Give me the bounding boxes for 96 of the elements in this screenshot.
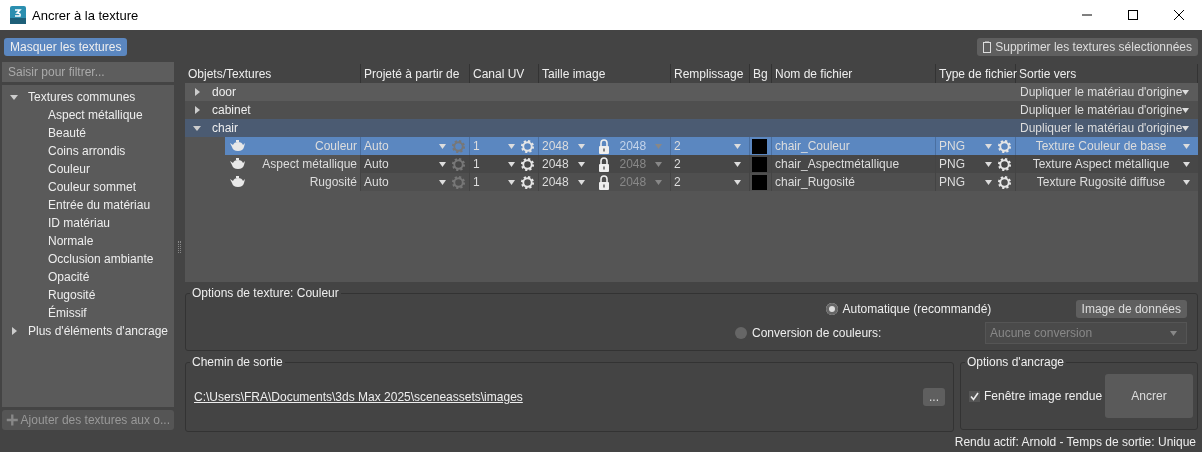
file-type-dropdown[interactable]: PNG bbox=[939, 175, 965, 189]
bake-button[interactable]: Ancrer bbox=[1105, 374, 1193, 418]
radio-button[interactable] bbox=[735, 327, 747, 339]
object-name[interactable]: cabinet bbox=[212, 103, 251, 117]
radio-button[interactable] bbox=[825, 303, 838, 315]
size-dropdown[interactable]: 2048 bbox=[542, 157, 569, 171]
projection-dropdown[interactable]: Auto bbox=[364, 175, 389, 189]
file-name[interactable]: chair_Rugosité bbox=[775, 175, 856, 189]
tree-item[interactable]: Plus d'éléments d'ancrage bbox=[28, 324, 168, 338]
size-dropdown[interactable]: 2048 bbox=[542, 175, 569, 189]
object-name[interactable]: chair bbox=[212, 121, 238, 135]
data-image-button[interactable]: Image de données bbox=[1075, 300, 1187, 318]
splitter-handle[interactable] bbox=[178, 241, 181, 253]
teapot-icon bbox=[229, 176, 245, 188]
tree-item[interactable]: Beauté bbox=[2, 124, 174, 142]
tree-item[interactable]: Couleur sommet bbox=[2, 178, 174, 196]
caret-icon bbox=[1183, 143, 1190, 149]
caret-icon bbox=[1183, 179, 1190, 185]
caret-icon bbox=[655, 161, 662, 167]
caret-icon bbox=[508, 179, 515, 185]
caret-icon bbox=[985, 143, 992, 149]
remove-textures-button[interactable]: Supprimer les textures sélectionnées bbox=[977, 38, 1198, 56]
caret-icon bbox=[1183, 161, 1190, 167]
tree-item[interactable]: Opacité bbox=[2, 268, 174, 286]
caret-icon bbox=[508, 143, 515, 149]
caret-icon bbox=[577, 161, 585, 167]
file-type-dropdown[interactable]: PNG bbox=[939, 157, 965, 171]
group-title: Options de texture: Couleur bbox=[190, 286, 341, 300]
caret-icon bbox=[734, 179, 741, 185]
plus-icon bbox=[6, 412, 19, 428]
color-swatch[interactable] bbox=[752, 138, 767, 154]
filter-field[interactable]: Saisir pour filtrer... bbox=[2, 62, 174, 82]
radio-option[interactable]: Conversion de couleurs: bbox=[735, 326, 979, 340]
output-dropdown[interactable]: Dupliquer le matériau d'origine bbox=[1016, 85, 1201, 99]
caret-icon bbox=[439, 161, 446, 167]
projection-dropdown[interactable]: Auto bbox=[364, 157, 389, 171]
trash-icon bbox=[983, 41, 992, 53]
caret-icon bbox=[1182, 89, 1190, 95]
caret-icon bbox=[655, 179, 662, 185]
output-dropdown[interactable]: Texture Aspect métallique bbox=[1019, 157, 1183, 171]
caret-icon bbox=[577, 179, 585, 185]
tree-item[interactable]: Rugosité bbox=[2, 286, 174, 304]
radio-option[interactable]: Automatique (recommandé) bbox=[825, 302, 1070, 316]
caret-icon bbox=[439, 179, 446, 185]
collapse-arrow-icon[interactable] bbox=[10, 93, 18, 101]
tree-item[interactable]: Textures communes bbox=[28, 90, 136, 104]
caret-icon bbox=[1182, 107, 1190, 113]
caret-icon bbox=[985, 179, 992, 185]
object-name[interactable]: door bbox=[212, 85, 237, 99]
file-name[interactable]: chair_Aspectmétallique bbox=[775, 157, 900, 171]
tree-item[interactable]: Normale bbox=[2, 232, 174, 250]
expand-arrow-icon[interactable] bbox=[10, 327, 18, 335]
uv-channel-dropdown[interactable]: 1 bbox=[473, 157, 480, 171]
tree-item[interactable]: Aspect métallique bbox=[2, 106, 174, 124]
caret-icon bbox=[1182, 125, 1190, 131]
tree-item[interactable]: Émissif bbox=[2, 304, 174, 322]
output-dropdown[interactable]: Dupliquer le matériau d'origine bbox=[1016, 103, 1201, 117]
collapse-arrow-icon[interactable] bbox=[193, 124, 201, 132]
browse-button[interactable]: ... bbox=[923, 388, 945, 406]
lock-icon[interactable] bbox=[597, 156, 610, 172]
group-title: Chemin de sortie bbox=[190, 355, 285, 369]
checkbox-label[interactable]: Fenêtre image rendue bbox=[984, 389, 1103, 403]
caret-icon bbox=[734, 161, 741, 167]
caret-icon bbox=[1170, 330, 1177, 336]
window-title: Ancrer à la texture bbox=[32, 7, 140, 23]
uv-channel-dropdown[interactable]: 1 bbox=[473, 175, 480, 189]
padding-dropdown[interactable]: 2 bbox=[674, 175, 681, 189]
maximize-icon[interactable] bbox=[1128, 10, 1138, 20]
color-swatch[interactable] bbox=[752, 156, 767, 172]
close-icon[interactable] bbox=[1174, 10, 1184, 20]
caret-icon bbox=[577, 143, 585, 149]
caret-icon bbox=[985, 161, 992, 167]
padding-dropdown[interactable]: 2 bbox=[674, 157, 681, 171]
caret-icon bbox=[508, 161, 515, 167]
teapot-icon bbox=[229, 158, 245, 170]
caret-icon bbox=[439, 143, 446, 149]
path-link[interactable]: C:\Users\FRA\Documents\3ds Max 2025\sceneassets\images bbox=[194, 390, 523, 404]
group-title: Options d'ancrage bbox=[965, 355, 1067, 369]
expand-arrow-icon[interactable] bbox=[193, 106, 201, 114]
lock-icon[interactable] bbox=[597, 174, 610, 190]
hide-textures-button[interactable]: Masquer les textures bbox=[4, 38, 128, 56]
caret-icon bbox=[655, 143, 662, 149]
output-dropdown[interactable]: Texture Rugosité diffuse bbox=[1019, 175, 1183, 189]
output-dropdown[interactable]: Dupliquer le matériau d'origine bbox=[1016, 121, 1201, 135]
status-text: Rendu actif: Arnold - Temps de sortie: Unique bbox=[953, 434, 1197, 451]
tree-item[interactable]: Occlusion ambiante bbox=[2, 250, 174, 268]
tree-item[interactable]: Coins arrondis bbox=[2, 142, 174, 160]
color-swatch[interactable] bbox=[752, 174, 767, 190]
app-icon bbox=[10, 6, 26, 24]
checkbox[interactable] bbox=[969, 390, 980, 402]
tree-item[interactable]: Entrée du matériau bbox=[2, 196, 174, 214]
tree-item[interactable]: ID matériau bbox=[2, 214, 174, 232]
tree-item[interactable]: Couleur bbox=[2, 160, 174, 178]
caret-icon bbox=[734, 143, 741, 149]
expand-arrow-icon[interactable] bbox=[193, 88, 201, 96]
teapot-icon bbox=[229, 140, 245, 152]
